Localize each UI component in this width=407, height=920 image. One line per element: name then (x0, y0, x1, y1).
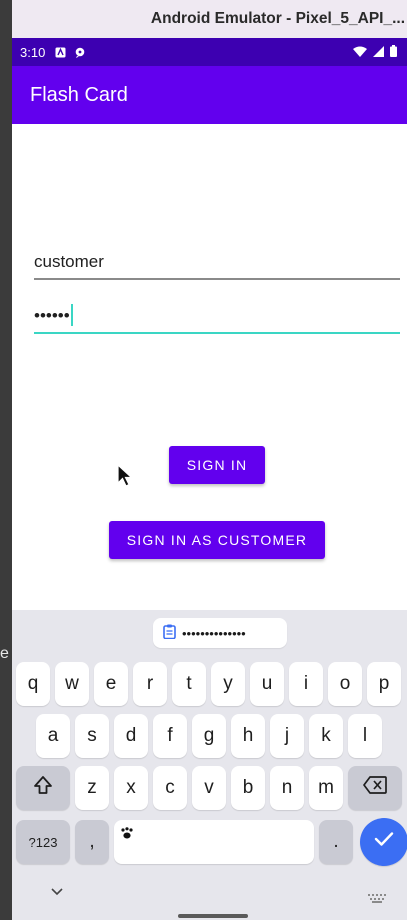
key-x[interactable]: x (114, 766, 148, 810)
key-o[interactable]: o (328, 662, 362, 706)
notification-a-icon (55, 47, 66, 58)
key-m[interactable]: m (309, 766, 343, 810)
clipboard-suggestion-text: •••••••••••••• (182, 625, 246, 641)
key-i[interactable]: i (289, 662, 323, 706)
app-bar: Flash Card (12, 66, 407, 124)
password-field[interactable]: •••••• (34, 290, 400, 334)
key-k[interactable]: k (309, 714, 343, 758)
paw-icon (120, 823, 134, 845)
password-value-wrap: •••••• (34, 304, 73, 326)
key-c[interactable]: c (153, 766, 187, 810)
check-icon (374, 831, 394, 853)
signal-icon (373, 45, 384, 60)
key-z[interactable]: z (75, 766, 109, 810)
mouse-pointer-icon (117, 463, 134, 493)
password-value: •••••• (34, 306, 70, 325)
key-b[interactable]: b (231, 766, 265, 810)
key-f[interactable]: f (153, 714, 187, 758)
clipboard-suggestion-chip[interactable]: •••••••••••••• (153, 618, 287, 648)
wifi-icon (353, 45, 367, 60)
username-underline (34, 278, 400, 280)
login-screen: customer •••••• SIGN IN SIGN IN AS CUSTO… (12, 124, 407, 610)
home-gesture-handle[interactable] (178, 914, 248, 918)
key-t[interactable]: t (172, 662, 206, 706)
key-n[interactable]: n (270, 766, 304, 810)
clipboard-icon (163, 624, 176, 642)
comma-key[interactable]: , (75, 820, 109, 864)
battery-icon (390, 44, 397, 60)
key-p[interactable]: p (367, 662, 401, 706)
app-title: Flash Card (30, 83, 128, 106)
space-key[interactable] (114, 820, 314, 864)
key-a[interactable]: a (36, 714, 70, 758)
key-y[interactable]: y (211, 662, 245, 706)
keyboard-grid-icon[interactable] (368, 890, 386, 908)
emulator-title-bar: Android Emulator - Pixel_5_API_... (12, 0, 407, 38)
emulator-title: Android Emulator - Pixel_5_API_... (150, 10, 405, 27)
key-v[interactable]: v (192, 766, 226, 810)
status-time: 3:10 (20, 44, 46, 60)
backspace-icon (363, 776, 387, 800)
username-value: customer (34, 252, 104, 271)
host-window-edge (0, 0, 12, 920)
key-j[interactable]: j (270, 714, 304, 758)
key-w[interactable]: w (55, 662, 89, 706)
key-q[interactable]: q (16, 662, 50, 706)
sign-in-as-customer-button[interactable]: SIGN IN AS CUSTOMER (109, 521, 325, 559)
navigation-bar (12, 872, 407, 920)
sign-in-button[interactable]: SIGN IN (169, 446, 265, 484)
symbols-key[interactable]: ?123 (16, 820, 70, 864)
key-s[interactable]: s (75, 714, 109, 758)
key-l[interactable]: l (348, 714, 382, 758)
text-cursor (70, 304, 73, 326)
android-status-bar: 3:10 (12, 38, 407, 66)
key-d[interactable]: d (114, 714, 148, 758)
period-key[interactable]: . (319, 820, 353, 864)
username-field[interactable]: customer (34, 236, 400, 280)
soft-keyboard: •••••••••••••• q w e r t y u i o p a s d… (12, 610, 407, 920)
key-e[interactable]: e (94, 662, 128, 706)
key-r[interactable]: r (133, 662, 167, 706)
chevron-down-icon[interactable] (50, 884, 64, 902)
notification-chat-icon (74, 47, 86, 58)
shift-icon (33, 775, 53, 801)
key-u[interactable]: u (250, 662, 284, 706)
key-g[interactable]: g (192, 714, 226, 758)
enter-key[interactable] (360, 818, 407, 866)
backspace-key[interactable] (348, 766, 402, 810)
key-h[interactable]: h (231, 714, 265, 758)
host-side-label: e (0, 645, 9, 662)
password-underline (34, 332, 400, 334)
shift-key[interactable] (16, 766, 70, 810)
